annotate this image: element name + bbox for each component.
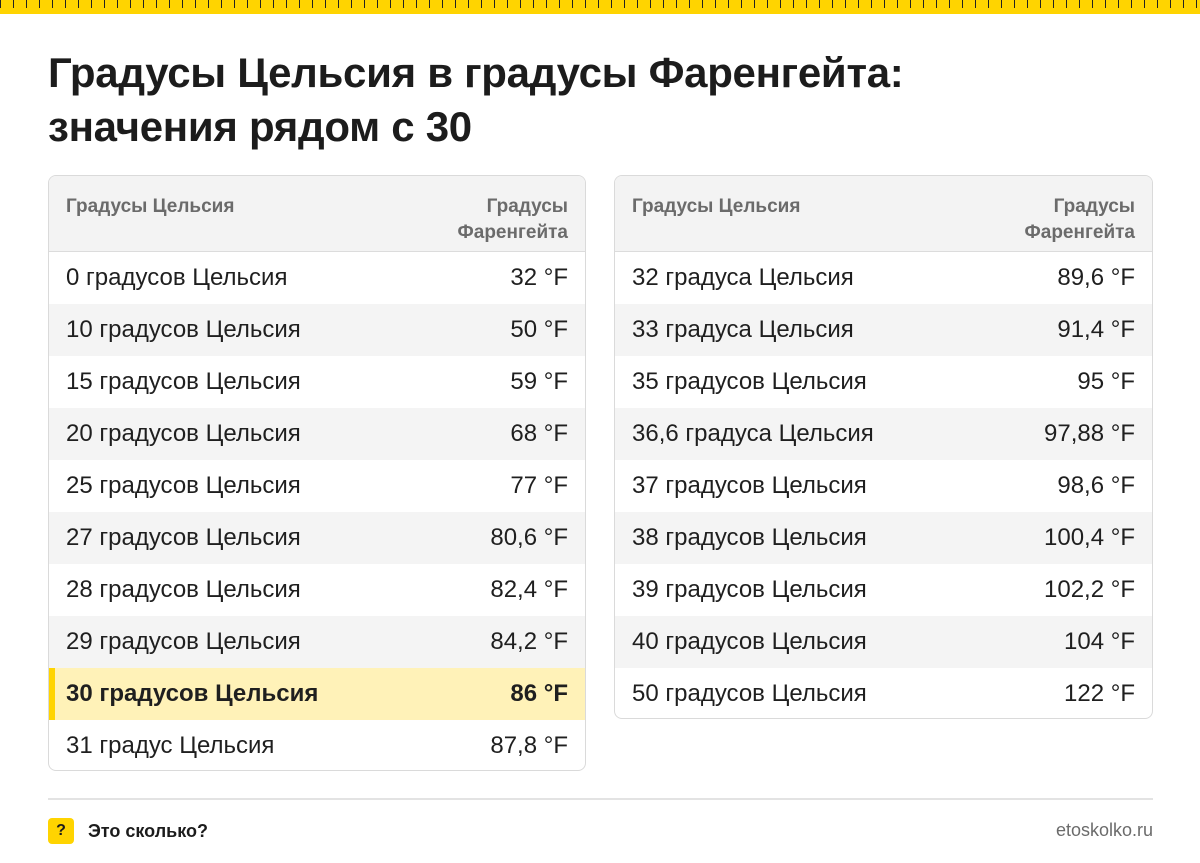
fahrenheit-cell: 87,8 °F [490,732,568,759]
fahrenheit-cell: 50 °F [510,316,568,343]
table-row: 20 градусов Цельсия 68 °F [49,408,585,460]
table-row: 38 градусов Цельсия 100,4 °F [615,512,1152,564]
header-celsius: Градусы Цельсия [632,196,801,217]
celsius-cell: 38 градусов Цельсия [632,524,867,551]
table-header: Градусы Цельсия Градусы Фаренгейта [615,176,1152,252]
header-fahrenheit-line-1: Градусы [486,196,568,217]
fahrenheit-cell: 86 °F [510,680,568,707]
ruler-stripe [0,0,1200,14]
fahrenheit-cell: 82,4 °F [490,576,568,603]
table-row: 32 градуса Цельсия 89,6 °F [615,252,1152,304]
page-title: Градусы Цельсия в градусы Фаренгейта: зн… [48,46,1148,154]
header-celsius: Градусы Цельсия [66,196,235,217]
title-line-2: значения рядом с 30 [48,103,472,150]
table-row: 29 градусов Цельсия 84,2 °F [49,616,585,668]
footer-divider [48,798,1153,800]
table-row: 28 градусов Цельсия 82,4 °F [49,564,585,616]
site-link[interactable]: etoskolko.ru [1056,820,1153,841]
conversion-table-right: Градусы Цельсия Градусы Фаренгейта 32 гр… [614,175,1153,719]
table-row: 15 градусов Цельсия 59 °F [49,356,585,408]
celsius-cell: 33 градуса Цельсия [632,316,854,343]
header-fahrenheit-line-2: Фаренгейта [1024,222,1135,243]
table-row: 36,6 градуса Цельсия 97,88 °F [615,408,1152,460]
fahrenheit-cell: 80,6 °F [490,524,568,551]
table-row: 50 градусов Цельсия 122 °F [615,668,1152,718]
celsius-cell: 30 градусов Цельсия [66,680,319,707]
fahrenheit-cell: 84,2 °F [490,628,568,655]
fahrenheit-cell: 89,6 °F [1057,264,1135,291]
fahrenheit-cell: 59 °F [510,368,568,395]
celsius-cell: 20 градусов Цельсия [66,420,301,447]
table-header: Градусы Цельсия Градусы Фаренгейта [49,176,585,252]
celsius-cell: 36,6 градуса Цельсия [632,420,874,447]
conversion-table-left: Градусы Цельсия Градусы Фаренгейта 0 гра… [48,175,586,771]
brand-block[interactable]: ? Это сколько? [48,818,208,844]
fahrenheit-cell: 104 °F [1064,628,1135,655]
table-row: 35 градусов Цельсия 95 °F [615,356,1152,408]
fahrenheit-cell: 68 °F [510,420,568,447]
table-row: 10 градусов Цельсия 50 °F [49,304,585,356]
celsius-cell: 29 градусов Цельсия [66,628,301,655]
celsius-cell: 32 градуса Цельсия [632,264,854,291]
fahrenheit-cell: 122 °F [1064,680,1135,707]
table-row: 27 градусов Цельсия 80,6 °F [49,512,585,564]
table-row-highlighted: 30 градусов Цельсия 86 °F [49,668,585,720]
fahrenheit-cell: 95 °F [1077,368,1135,395]
fahrenheit-cell: 102,2 °F [1044,576,1135,603]
table-row: 0 градусов Цельсия 32 °F [49,252,585,304]
table-row: 40 градусов Цельсия 104 °F [615,616,1152,668]
celsius-cell: 37 градусов Цельсия [632,472,867,499]
celsius-cell: 39 градусов Цельсия [632,576,867,603]
celsius-cell: 50 градусов Цельсия [632,680,867,707]
fahrenheit-cell: 77 °F [510,472,568,499]
header-fahrenheit: Градусы Фаренгейта [985,194,1135,246]
celsius-cell: 25 градусов Цельсия [66,472,301,499]
fahrenheit-cell: 32 °F [510,264,568,291]
fahrenheit-cell: 98,6 °F [1057,472,1135,499]
fahrenheit-cell: 91,4 °F [1057,316,1135,343]
celsius-cell: 27 градусов Цельсия [66,524,301,551]
brand-name: Это сколько? [88,820,208,841]
title-line-1: Градусы Цельсия в градусы Фаренгейта: [48,49,904,96]
celsius-cell: 10 градусов Цельсия [66,316,301,343]
fahrenheit-cell: 97,88 °F [1044,420,1135,447]
table-row: 37 градусов Цельсия 98,6 °F [615,460,1152,512]
table-row: 31 градус Цельсия 87,8 °F [49,720,585,770]
celsius-cell: 28 градусов Цельсия [66,576,301,603]
table-row: 25 градусов Цельсия 77 °F [49,460,585,512]
fahrenheit-cell: 100,4 °F [1044,524,1135,551]
table-row: 33 градуса Цельсия 91,4 °F [615,304,1152,356]
celsius-cell: 40 градусов Цельсия [632,628,867,655]
celsius-cell: 15 градусов Цельсия [66,368,301,395]
header-fahrenheit-line-1: Градусы [1053,196,1135,217]
header-fahrenheit-line-2: Фаренгейта [457,222,568,243]
celsius-cell: 0 градусов Цельсия [66,264,288,291]
question-mark-icon: ? [48,818,74,844]
header-fahrenheit: Градусы Фаренгейта [418,194,568,246]
celsius-cell: 31 градус Цельсия [66,732,275,759]
table-row: 39 градусов Цельсия 102,2 °F [615,564,1152,616]
celsius-cell: 35 градусов Цельсия [632,368,867,395]
